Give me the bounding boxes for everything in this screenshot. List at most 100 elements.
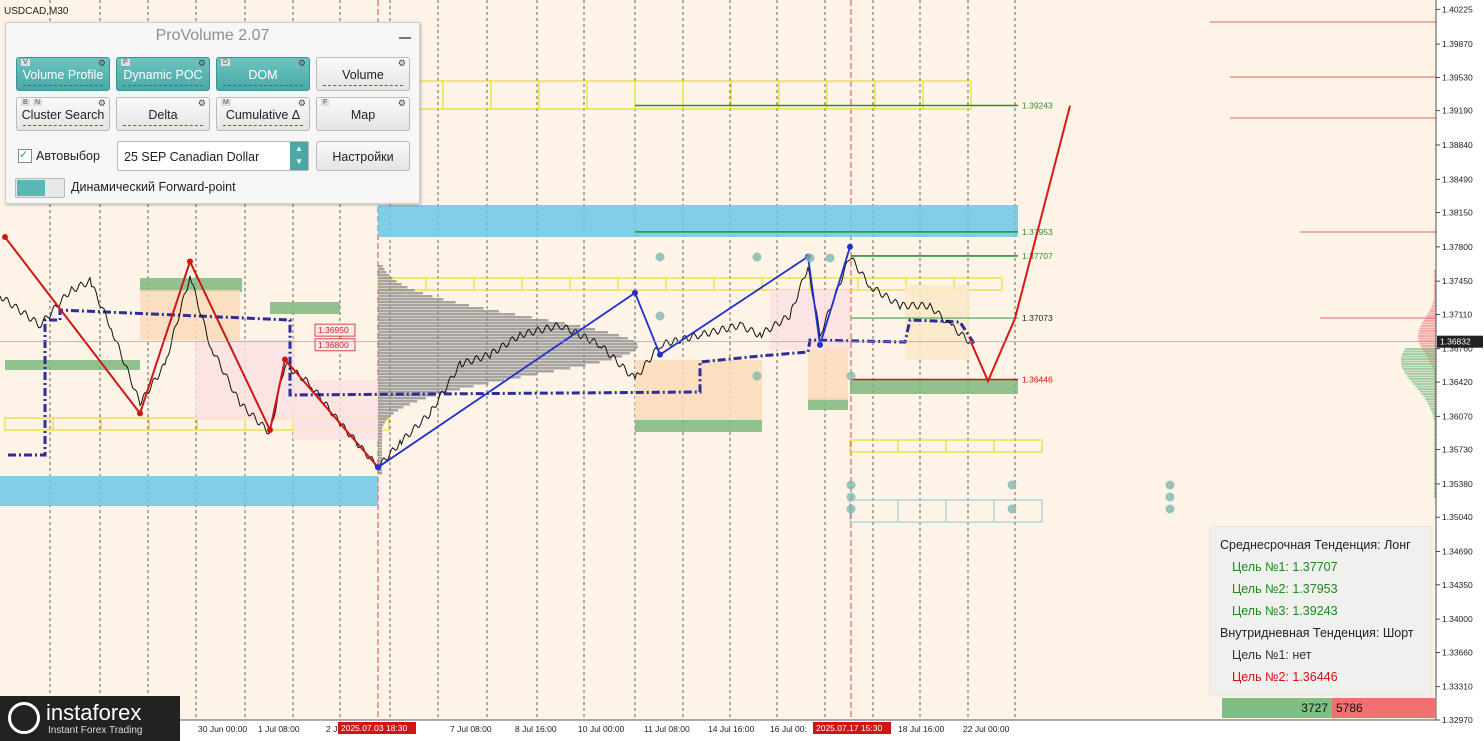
volume-profile-bar: [378, 337, 628, 340]
spinner-arrows-icon[interactable]: ▲ ▼: [290, 142, 308, 170]
volume-profile-bar: [378, 421, 386, 424]
dom-ask-bar: [1429, 310, 1436, 312]
y-tick-label: 1.33310: [1442, 682, 1473, 692]
delta-button[interactable]: ⚙ Delta: [116, 97, 210, 131]
dom-bid-bar: [1401, 355, 1436, 358]
cumulative-delta-button[interactable]: M ⚙ Cumulative Δ: [216, 97, 310, 131]
autoselect-checkbox[interactable]: ✓: [18, 149, 32, 163]
volume-profile-bar: [378, 271, 387, 274]
y-tick-label: 1.37110: [1442, 309, 1472, 319]
y-tick-label: 1.36420: [1442, 377, 1473, 387]
volume-profile-bar: [378, 400, 418, 403]
instrument-select[interactable]: 25 SEP Canadian Dollar ▲ ▼: [117, 141, 309, 171]
y-tick-label: 1.38490: [1442, 174, 1473, 184]
forward-point-toggle[interactable]: [15, 178, 65, 198]
marker-dot: [805, 253, 815, 263]
zigzag-point: [2, 234, 8, 241]
dom-bid-bar: [1421, 393, 1436, 395]
volume-balance-bar: 3727 5786: [1222, 698, 1436, 718]
button-label: Map: [350, 108, 376, 122]
volume-profile-bar: [378, 292, 423, 295]
dom-bid-bar: [1401, 363, 1436, 365]
volume-profile-bar: [378, 268, 385, 271]
dom-bid-bar: [1430, 408, 1436, 410]
button-indicator: [223, 123, 303, 126]
intraday-target-2: Цель №2: 1.36446: [1232, 670, 1338, 684]
price-tag-label: 1.36950: [318, 325, 349, 335]
volume-profile-bar: [378, 451, 382, 454]
dom-bid-bar: [1433, 415, 1436, 418]
volume-profile-bar: [378, 427, 382, 430]
autoselect-label: Автовыбор: [36, 149, 100, 163]
x-tick-label: 11 Jul 08:00: [644, 724, 690, 734]
y-tick-label: 1.39530: [1442, 72, 1473, 82]
forward-point-label: Динамический Forward-point: [71, 180, 236, 194]
marker-dot: [846, 480, 856, 490]
volume-profile-bar: [378, 361, 600, 364]
dom-bid-bar: [1404, 370, 1436, 373]
x-tick-label: 14 Jul 16:00: [708, 724, 755, 734]
volume-profile-bar: [378, 280, 397, 283]
settings-button[interactable]: Настройки: [316, 141, 410, 171]
hotkey-label: B: [21, 99, 30, 106]
marker-dot: [655, 252, 665, 262]
dom-bid-bar: [1417, 388, 1436, 390]
panel-title: ProVolume 2.07: [155, 27, 270, 44]
dom-ask-bar: [1419, 342, 1436, 345]
x-tick-label: 1 Jul 08:00: [258, 724, 300, 734]
dom-ask-bar: [1418, 332, 1436, 335]
dom-ask-bar: [1420, 345, 1436, 347]
y-tick-label: 1.37450: [1442, 276, 1473, 286]
marker-dot: [655, 311, 665, 321]
button-label: Настройки: [332, 150, 394, 164]
zigzag-point: [817, 341, 823, 348]
y-tick-label: 1.34350: [1442, 580, 1473, 590]
minimize-icon[interactable]: [399, 37, 411, 39]
zigzag-point: [375, 464, 381, 471]
dom-ask-bar: [1421, 322, 1436, 325]
y-tick-label: 1.40225: [1442, 4, 1473, 14]
volume-profile-bar: [378, 277, 393, 280]
volume-profile-bar: [378, 403, 410, 406]
price-level-label: 1.39243: [1022, 101, 1053, 111]
intraday-target-1: Цель №1: нет: [1232, 648, 1312, 662]
dom-bid-bar: [1425, 398, 1436, 400]
dom-ask-bar: [1427, 312, 1436, 315]
dom-ask-bar: [1419, 327, 1436, 330]
dom-bid-bar: [1401, 358, 1436, 360]
volume-profile-bar: [378, 313, 516, 316]
button-label: DOM: [248, 68, 278, 82]
volume-profile-bar: [378, 319, 549, 322]
x-tick-label: 30 Jun 00:00: [198, 724, 247, 734]
price-level-label: 1.37707: [1022, 251, 1053, 261]
dynamic-poc-button[interactable]: P ⚙ Dynamic POC: [116, 57, 210, 91]
y-tick-label: 1.33660: [1442, 647, 1473, 657]
y-tick-label: 1.34000: [1442, 614, 1473, 624]
volume-profile-bar: [378, 325, 581, 328]
volume-profile-bar: [378, 412, 394, 415]
dom-bid-bar: [1423, 395, 1436, 398]
time-highlight-label: 2025.07.17 15:30: [816, 723, 882, 733]
dom-bid-bar: [1413, 383, 1436, 385]
y-tick-label: 1.35040: [1442, 512, 1473, 522]
cluster-search-button[interactable]: B N ⚙ Cluster Search: [16, 97, 110, 131]
x-tick-label: 22 Jul 00:00: [963, 724, 1010, 734]
dom-bid-bar: [1432, 413, 1436, 415]
volume-button[interactable]: ⚙ Volume: [316, 57, 410, 91]
marker-dot: [1165, 480, 1175, 490]
button-indicator: [23, 83, 103, 86]
price-level-label: 1.37073: [1022, 313, 1053, 323]
dom-button[interactable]: D ⚙ DOM: [216, 57, 310, 91]
volume-profile-bar: [378, 352, 631, 355]
x-tick-label: 18 Jul 16:00: [898, 724, 945, 734]
map-button[interactable]: F ⚙ Map: [316, 97, 410, 131]
volume-profile-bar: [378, 448, 382, 451]
button-indicator: [323, 83, 403, 86]
volume-profile-button[interactable]: V ⚙ Volume Profile: [16, 57, 110, 91]
volume-profile-bar: [378, 454, 382, 457]
volume-profile-bar: [378, 322, 565, 325]
dom-bid-bar: [1428, 403, 1436, 405]
dom-bid-bar: [1419, 390, 1436, 393]
dom-bid-bar: [1409, 378, 1436, 380]
volume-profile-bar: [378, 289, 415, 292]
